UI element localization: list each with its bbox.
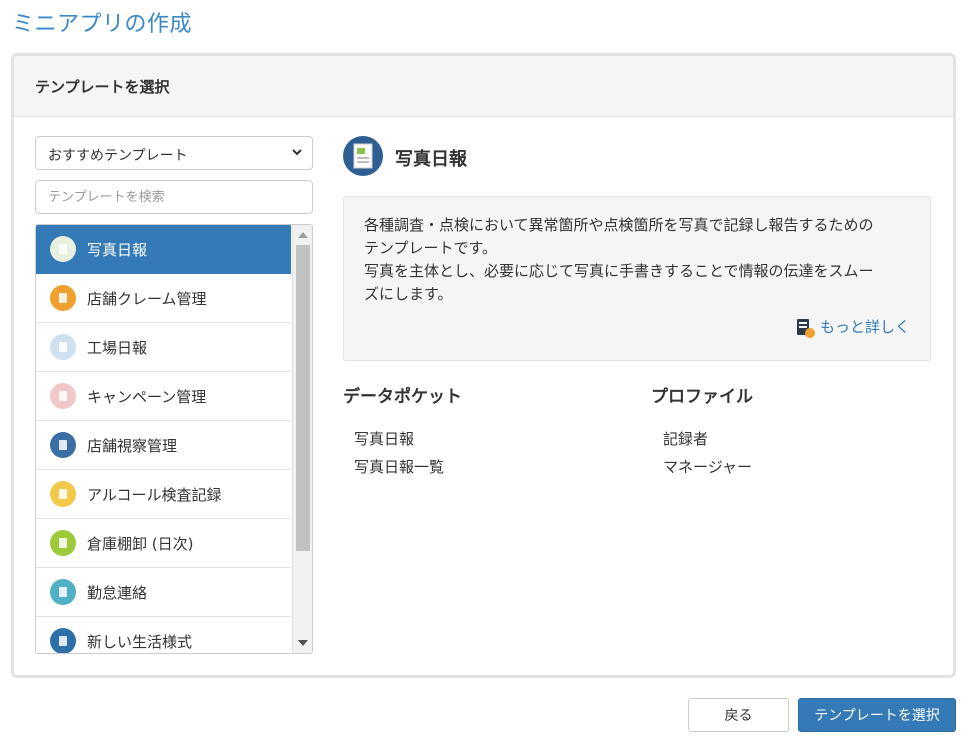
new-lifestyle-icon: [50, 628, 76, 653]
template-search-input[interactable]: [35, 180, 313, 214]
template-list-item-label: アルコール検査記録: [87, 485, 222, 504]
template-list-item-label: 倉庫棚卸 (日次): [87, 534, 194, 553]
data-pocket-item: 写真日報: [354, 430, 415, 448]
description-line: 写真を主体とし、必要に応じて写真に手書きすることで情報の伝達をスムー: [364, 262, 874, 280]
list-scrollbar[interactable]: [292, 225, 312, 653]
warehouse-inventory-icon: [50, 530, 76, 556]
factory-report-icon: [50, 334, 76, 360]
template-category-value: おすすめテンプレート: [48, 148, 188, 164]
template-list-item[interactable]: アルコール検査記録: [36, 470, 291, 519]
store-inspection-icon: [50, 432, 76, 458]
more-details-label: もっと詳しく: [819, 318, 910, 336]
scroll-thumb[interactable]: [296, 245, 310, 551]
template-list-item-label: 勤怠連絡: [87, 583, 148, 602]
photo-report-icon: [343, 136, 383, 176]
template-list-item[interactable]: 写真日報: [36, 225, 291, 274]
megaphone-icon: [50, 383, 76, 409]
template-list-item-label: キャンペーン管理: [87, 387, 207, 406]
data-pocket-item: 写真日報一覧: [354, 458, 445, 476]
page-title: ミニアプリの作成: [12, 12, 193, 37]
document-icon: [796, 318, 815, 338]
template-list-item[interactable]: 工場日報: [36, 323, 291, 372]
scroll-up-arrow-icon[interactable]: [298, 232, 308, 238]
attendance-icon: [50, 579, 76, 605]
template-list-item-label: 写真日報: [87, 240, 148, 259]
template-list-item[interactable]: 店舗視察管理: [36, 421, 291, 470]
description-line: 各種調査・点検において異常箇所や点検箇所を写真で記録し報告するための: [364, 216, 874, 234]
template-list-item[interactable]: 倉庫棚卸 (日次): [36, 519, 291, 568]
template-list-item[interactable]: 新しい生活様式: [36, 617, 291, 653]
complaint-icon: [50, 285, 76, 311]
template-panel: テンプレートを選択 おすすめテンプレート 写真日報店舗クレーム管理工場日報キャン…: [11, 53, 956, 678]
template-list-item-label: 店舗視察管理: [87, 436, 178, 455]
scroll-down-arrow-icon[interactable]: [298, 640, 308, 646]
template-list-item-label: 店舗クレーム管理: [87, 289, 207, 308]
description-line: ズにします。: [364, 285, 453, 303]
template-category-select[interactable]: おすすめテンプレート: [35, 136, 313, 170]
template-list[interactable]: 写真日報店舗クレーム管理 工場日報キャンペーン管理 店舗視察管理アルコール検査記録倉…: [35, 224, 313, 654]
chevron-down-icon: [292, 149, 302, 156]
back-button[interactable]: 戻る: [688, 698, 789, 732]
template-list-item[interactable]: キャンペーン管理: [36, 372, 291, 421]
profile-item: マネージャー: [663, 458, 752, 476]
panel-header: テンプレートを選択: [14, 56, 953, 117]
photo-report-icon: [50, 236, 76, 262]
profile-item: 記録者: [663, 430, 709, 448]
template-list-item[interactable]: 店舗クレーム管理: [36, 274, 291, 323]
alcohol-check-icon: [50, 481, 76, 507]
description-line: テンプレートです。: [364, 239, 498, 257]
template-list-item-label: 新しい生活様式: [87, 632, 193, 651]
description-box: 各種調査・点検において異常箇所や点検箇所を写真で記録し報告するための テンプレー…: [343, 196, 931, 361]
detail-title: 写真日報: [395, 149, 467, 170]
select-template-button[interactable]: テンプレートを選択: [798, 698, 956, 732]
template-list-item-label: 工場日報: [87, 338, 148, 357]
profile-heading: プロファイル: [651, 387, 753, 407]
more-details-link[interactable]: もっと詳しく: [794, 316, 910, 339]
data-pocket-heading: データポケット: [343, 387, 462, 407]
template-list-item[interactable]: 勤怠連絡: [36, 568, 291, 617]
